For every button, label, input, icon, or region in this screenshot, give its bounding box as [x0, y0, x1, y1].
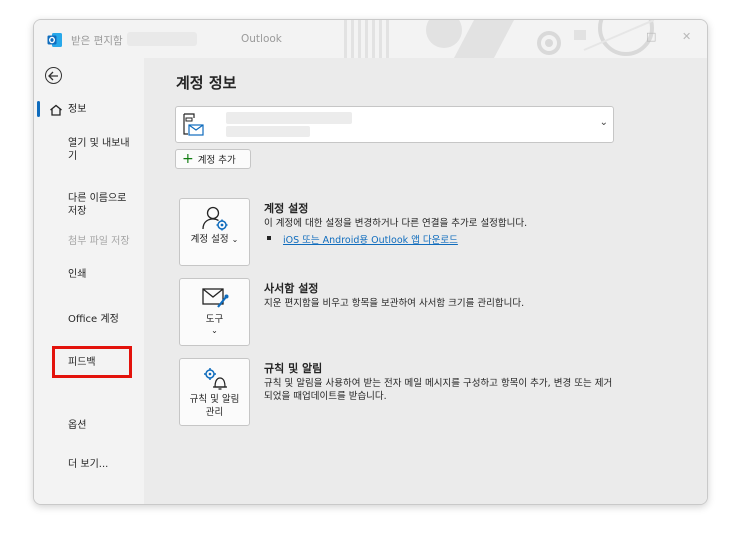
rules-alerts-title: 규칙 및 알림 — [264, 362, 323, 375]
sidebar-item-options[interactable]: 옵션 — [68, 419, 86, 432]
window-title: 받은 편지함 — [71, 35, 123, 47]
rules-alerts-icon — [204, 368, 227, 390]
page-title: 계정 정보 — [176, 74, 237, 92]
rules-tile-label-line2: 관리 — [205, 407, 224, 418]
mailbox-account-icon — [183, 113, 204, 136]
add-account-button[interactable]: + 계정 추가 — [175, 149, 251, 169]
account-email-redaction — [226, 126, 310, 137]
rules-tile-label-line1: 규칙 및 알림 — [189, 394, 240, 405]
plus-icon: + — [182, 151, 194, 167]
account-settings-description: 이 계정에 대한 설정을 변경하거나 다른 연결을 추가로 설정합니다. — [264, 218, 528, 229]
sidebar-item-print[interactable]: 인쇄 — [68, 268, 86, 281]
chevron-down-icon: ⌄ — [211, 326, 218, 335]
tools-button[interactable]: 도구 ⌄ — [179, 278, 250, 346]
add-account-label: 계정 추가 — [197, 155, 236, 166]
account-selector[interactable]: ⌄ — [175, 106, 614, 143]
chevron-down-icon: ⌄ — [231, 235, 239, 244]
sidebar-item-office-account[interactable]: Office 계정 — [68, 313, 119, 326]
home-icon — [50, 104, 62, 116]
sidebar-item-save-attachments: 첨부 파일 저장 — [68, 236, 130, 247]
bullet-icon — [267, 236, 271, 240]
mailbox-settings-description: 지운 편지함을 비우고 항목을 보관하여 사서함 크기를 관리합니다. — [264, 298, 525, 309]
mailbox-settings-title: 사서함 설정 — [264, 282, 319, 295]
account-name-redaction — [226, 112, 352, 124]
backstage-sidebar: 정보 열기 및 내보내기 다른 이름으로 저장 첨부 파일 저장 인쇄 Offi… — [34, 58, 144, 504]
close-window-icon[interactable]: ✕ — [682, 30, 691, 43]
account-settings-tile-label: 계정 설정 — [190, 234, 229, 245]
sidebar-item-more[interactable]: 더 보기... — [68, 458, 108, 471]
mailbox-tools-icon — [202, 288, 229, 308]
outlook-window: 받은 편지함 Outlook □ ✕ 정보 열기 및 내보내기 다른 이름으로 … — [33, 19, 708, 505]
title-banner-graphic — [344, 20, 654, 58]
sidebar-item-save-as[interactable]: 다른 이름으로 저장 — [68, 192, 134, 218]
account-settings-button[interactable]: 계정 설정 ⌄ — [179, 198, 250, 266]
sidebar-item-info[interactable]: 정보 — [68, 103, 86, 116]
title-redaction — [127, 32, 197, 46]
back-button[interactable] — [45, 67, 62, 84]
restore-window-icon[interactable]: □ — [646, 30, 656, 43]
account-info-pane: 계정 정보 ⌄ + 계정 추가 계정 설정 ⌄ 계정 설정 이 계정에 대한 설… — [144, 58, 707, 504]
back-arrow-icon — [48, 71, 58, 80]
sidebar-item-feedback[interactable]: 피드백 — [68, 356, 96, 369]
account-settings-icon — [202, 206, 228, 231]
active-item-indicator — [37, 101, 40, 117]
rules-alerts-description: 규칙 및 알림을 사용하여 받는 전자 메일 메시지를 구성하고 항목이 추가,… — [264, 378, 613, 402]
window-app-name: Outlook — [241, 33, 282, 45]
manage-rules-alerts-button[interactable]: 규칙 및 알림 관리 — [179, 358, 250, 426]
sidebar-item-open-export[interactable]: 열기 및 내보내기 — [68, 137, 134, 163]
title-bar: 받은 편지함 Outlook □ ✕ — [34, 20, 707, 58]
chevron-down-icon: ⌄ — [599, 117, 608, 128]
outlook-app-icon — [47, 33, 62, 47]
account-settings-title: 계정 설정 — [264, 202, 309, 215]
mobile-app-download-link[interactable]: iOS 또는 Android용 Outlook 앱 다운로드 — [283, 232, 458, 246]
